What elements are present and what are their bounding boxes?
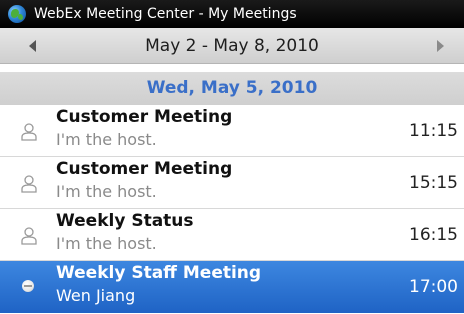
next-week-button[interactable] [422,28,458,64]
previous-week-button[interactable] [14,28,50,64]
meeting-row[interactable]: Customer Meeting I'm the host. 15:15 [0,157,464,209]
meeting-row-selected[interactable]: Weekly Staff Meeting Wen Jiang 17:00 [0,261,464,313]
meeting-time: 15:15 [409,173,458,193]
date-range-navigator: May 2 - May 8, 2010 [0,28,464,64]
meeting-host: I'm the host. [56,182,157,201]
meeting-time: 11:15 [409,121,458,141]
meeting-row[interactable]: Customer Meeting I'm the host. 11:15 [0,105,464,157]
person-icon [21,175,37,193]
right-arrow-icon [436,40,444,52]
minus-circle-icon [22,280,34,292]
webex-globe-icon [8,5,26,23]
meeting-title: Weekly Staff Meeting [56,263,262,283]
spacer [0,64,464,72]
day-header: Wed, May 5, 2010 [0,72,464,105]
left-arrow-icon [28,40,36,52]
meeting-time: 17:00 [409,277,458,297]
meeting-title: Customer Meeting [56,107,233,127]
title-bar: WebEx Meeting Center - My Meetings [0,0,464,28]
meeting-list: Customer Meeting I'm the host. 11:15 Cus… [0,105,464,313]
webex-screen: WebEx Meeting Center - My Meetings May 2… [0,0,464,314]
date-range-label: May 2 - May 8, 2010 [145,36,319,56]
person-icon [21,227,37,245]
meeting-title: Weekly Status [56,211,194,231]
window-title: WebEx Meeting Center - My Meetings [34,6,297,22]
meeting-host: I'm the host. [56,130,157,149]
person-icon [21,123,37,141]
meeting-host: Wen Jiang [56,286,136,305]
meeting-title: Customer Meeting [56,159,233,179]
meeting-host: I'm the host. [56,234,157,253]
meeting-row[interactable]: Weekly Status I'm the host. 16:15 [0,209,464,261]
meeting-time: 16:15 [409,225,458,245]
